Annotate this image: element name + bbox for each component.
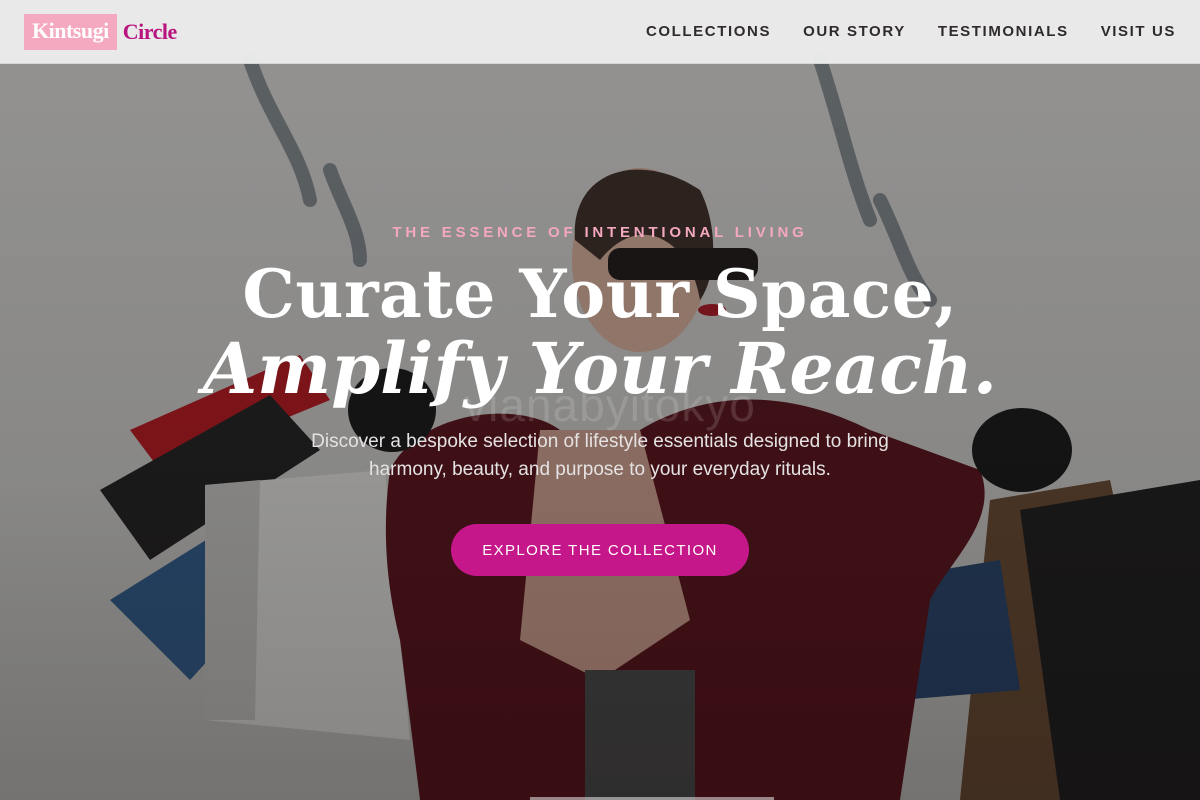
nav-link-visit-us[interactable]: VISIT US	[1101, 23, 1176, 40]
hero-content: THE ESSENCE OF INTENTIONAL LIVING Curate…	[0, 0, 1200, 800]
explore-collection-button[interactable]: EXPLORE THE COLLECTION	[451, 524, 749, 576]
hero-eyebrow: THE ESSENCE OF INTENTIONAL LIVING	[392, 224, 808, 241]
hero-headline: Curate Your Space, Amplify Your Reach.	[0, 256, 1200, 406]
headline-line-2: Amplify Your Reach.	[202, 327, 998, 410]
nav-link-our-story[interactable]: OUR STORY	[803, 23, 906, 40]
brand-logo[interactable]: Kintsugi Circle	[24, 13, 178, 50]
logo-part-1: Kintsugi	[24, 13, 117, 50]
hero-subheadline: Discover a bespoke selection of lifestyl…	[311, 431, 889, 480]
logo-part-2: Circle	[122, 18, 178, 44]
site-header: Kintsugi Circle COLLECTIONS OUR STORY TE…	[0, 0, 1200, 64]
main-nav: COLLECTIONS OUR STORY TESTIMONIALS VISIT…	[614, 23, 1176, 40]
headline-line-1: Curate Your Space,	[242, 255, 958, 333]
nav-link-testimonials[interactable]: TESTIMONIALS	[938, 23, 1069, 40]
nav-link-collections[interactable]: COLLECTIONS	[646, 23, 771, 40]
